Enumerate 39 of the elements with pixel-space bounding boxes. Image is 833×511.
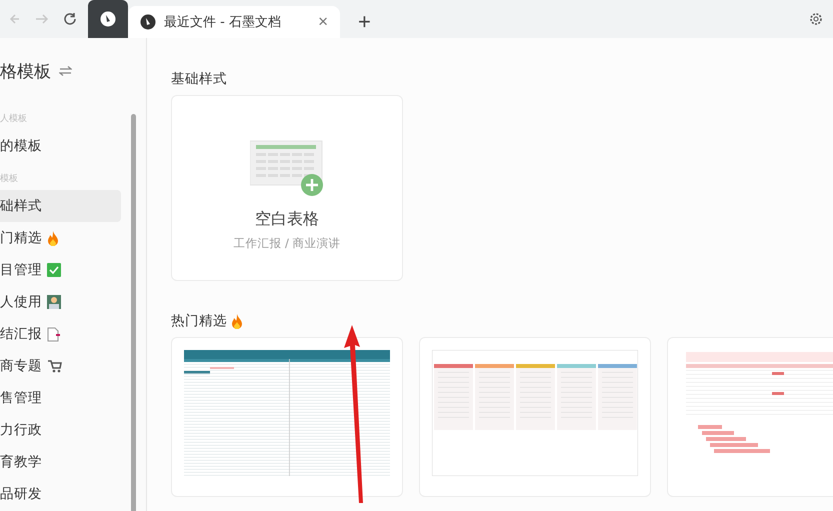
tab-title: 最近文件 - 石墨文档 bbox=[164, 14, 282, 31]
checkbox-icon bbox=[47, 263, 61, 277]
cart-icon bbox=[47, 359, 62, 373]
template-card[interactable] bbox=[171, 337, 403, 497]
app-logo-icon bbox=[100, 11, 116, 27]
document-icon bbox=[47, 326, 60, 342]
person-at-laptop-icon bbox=[47, 295, 61, 309]
close-tab-button[interactable]: × bbox=[318, 12, 328, 32]
sidebar-item[interactable]: 力行政 bbox=[0, 414, 122, 446]
template-card[interactable] bbox=[667, 337, 833, 497]
section-label: 模板 bbox=[0, 172, 19, 184]
swap-icon[interactable] bbox=[59, 66, 72, 76]
scrollbar-thumb[interactable] bbox=[131, 114, 136, 511]
sidebar-title: 格模板 bbox=[0, 60, 51, 82]
browser-tab[interactable]: 最近文件 - 石墨文档 × bbox=[128, 6, 340, 38]
new-tab-button[interactable]: + bbox=[354, 9, 375, 35]
sidebar-item[interactable]: 础样式 bbox=[0, 190, 122, 222]
card-subtitle: 工作汇报 / 商业演讲 bbox=[233, 236, 341, 251]
section-heading: 热门精选 bbox=[171, 308, 833, 334]
app-logo-icon bbox=[140, 14, 156, 30]
settings-icon[interactable] bbox=[809, 12, 823, 26]
blank-sheet-card[interactable]: 空白表格 工作汇报 / 商业演讲 bbox=[171, 95, 403, 281]
app-tab[interactable] bbox=[88, 0, 128, 38]
sidebar-item[interactable]: 门精选 bbox=[0, 222, 122, 254]
fire-icon bbox=[47, 230, 59, 246]
sidebar-item[interactable]: 商专题 bbox=[0, 350, 122, 382]
section-label: 人模板 bbox=[0, 112, 28, 124]
sidebar-item[interactable]: 结汇报 bbox=[0, 318, 122, 350]
sidebar-item[interactable]: 售管理 bbox=[0, 382, 122, 414]
sidebar-item[interactable]: 人使用 bbox=[0, 286, 122, 318]
sidebar-item[interactable]: 的模板 bbox=[0, 130, 122, 162]
card-title: 空白表格 bbox=[255, 209, 319, 230]
sidebar-item[interactable]: 品研发 bbox=[0, 478, 122, 510]
spreadsheet-add-icon bbox=[250, 139, 324, 197]
reload-icon[interactable] bbox=[63, 12, 77, 26]
sidebar-item[interactable]: 育教学 bbox=[0, 446, 122, 478]
sidebar-item[interactable]: 目管理 bbox=[0, 254, 122, 286]
section-heading: 基础样式 bbox=[171, 70, 228, 89]
fire-icon bbox=[231, 314, 243, 328]
